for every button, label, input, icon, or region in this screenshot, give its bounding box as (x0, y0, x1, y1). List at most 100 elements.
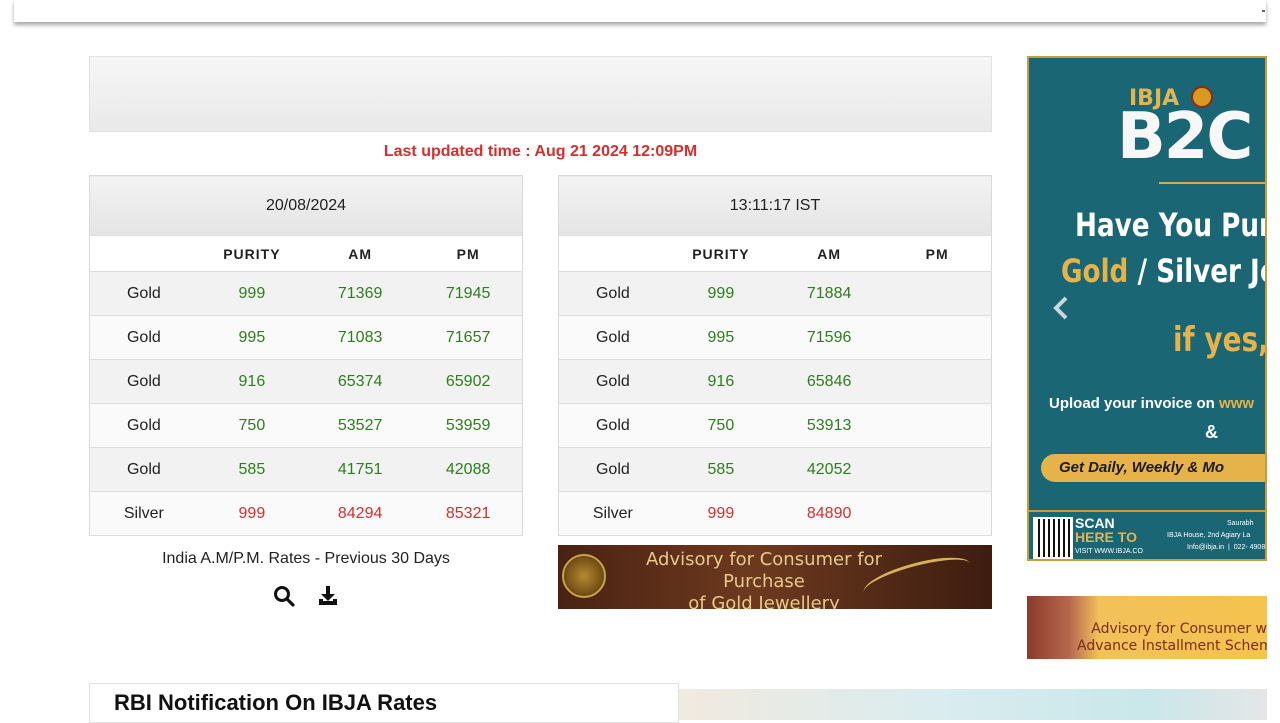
medal-icon (562, 554, 606, 598)
metal-cell: Gold (89, 447, 198, 492)
metal-cell: Gold (558, 315, 667, 360)
table-time-header: 13:11:17 IST (558, 175, 992, 236)
contact-info: Saurabh IBJA House, 2nd Agiary La Info@i… (1167, 520, 1266, 551)
ad-line-2: Gold / Silver Jew (1061, 252, 1265, 290)
metal-cell: Gold (89, 315, 198, 360)
qr-code-icon (1033, 517, 1073, 559)
rbi-title: RBI Notification On IBJA Rates (114, 690, 438, 715)
metal-cell: Gold (558, 447, 667, 492)
rates-actions (272, 584, 340, 608)
pm-cell: 42088 (414, 447, 523, 492)
purity-cell: 750 (197, 403, 306, 448)
table-row: Silver 999 84294 85321 (89, 491, 523, 536)
am-cell: 84294 (306, 491, 415, 536)
b2c-heading: B2C (1117, 100, 1253, 174)
table-row: Gold 916 65374 65902 (89, 359, 523, 404)
table-row: Silver 999 84890 (558, 491, 992, 536)
rbi-image (679, 689, 1267, 720)
col-purity: PURITY (666, 235, 775, 272)
purity-cell: 585 (666, 447, 775, 492)
am-cell: 65374 (306, 359, 415, 404)
ad-line-1: Have You Purch (1075, 206, 1265, 244)
metal-cell: Gold (89, 359, 198, 404)
am-cell: 41751 (306, 447, 415, 492)
purity-cell: 916 (197, 359, 306, 404)
scan-text: SCAN HERE TO (1075, 515, 1137, 545)
table-row: Gold 916 65846 (558, 359, 992, 404)
col-am: AM (306, 235, 415, 272)
am-cell: 71369 (306, 271, 415, 316)
purity-cell: 585 (197, 447, 306, 492)
scan-bar: SCAN HERE TO VISIT WWW.IBJA.CO Saurabh I… (1029, 510, 1266, 559)
metal-cell: Gold (558, 271, 667, 316)
visit-text: VISIT WWW.IBJA.CO (1075, 548, 1143, 555)
metal-cell: Silver (89, 491, 198, 536)
am-cell: 71884 (775, 271, 884, 316)
metal-cell: Gold (89, 403, 198, 448)
col-purity: PURITY (197, 235, 306, 272)
pm-cell: 53959 (414, 403, 523, 448)
pm-cell (883, 271, 992, 316)
col-pm: PM (414, 235, 523, 272)
advisory-side-banner[interactable]: Advisory for Consumer w Advance Installm… (1027, 596, 1267, 659)
table-row: Gold 995 71596 (558, 315, 992, 360)
am-cell: 84890 (775, 491, 884, 536)
purity-cell: 999 (197, 271, 306, 316)
am-cell: 42052 (775, 447, 884, 492)
previous-rates-caption: India A.M/P.M. Rates - Previous 30 Days (162, 550, 450, 567)
col-am: AM (775, 235, 884, 272)
ad-ampersand: & (1205, 422, 1218, 442)
table-row: Gold 999 71369 71945 (89, 271, 523, 316)
pm-cell (883, 315, 992, 360)
pm-cell: 71945 (414, 271, 523, 316)
purity-cell: 750 (666, 403, 775, 448)
pm-cell (883, 491, 992, 536)
last-updated-time: Last updated time : Aug 21 2024 12:09PM (383, 143, 698, 160)
am-cell: 65846 (775, 359, 884, 404)
chevron-left-icon[interactable] (1050, 294, 1072, 329)
table-date-header: 20/08/2024 (89, 175, 523, 236)
rates-table-live: 13:11:17 IST PURITY AM PM Gold 999 71884… (558, 175, 992, 536)
am-cell: 53527 (306, 403, 415, 448)
table-row: Gold 585 41751 42088 (89, 447, 523, 492)
rates-table-previous: 20/08/2024 PURITY AM PM Gold 999 71369 7… (89, 175, 523, 536)
purity-cell: 999 (666, 491, 775, 536)
am-cell: 71596 (775, 315, 884, 360)
ad-if-yes: if yes, (1173, 320, 1267, 360)
top-bar (14, 0, 1266, 22)
purity-cell: 999 (197, 491, 306, 536)
col-metal (89, 235, 198, 272)
download-icon[interactable] (316, 584, 340, 608)
pm-cell (883, 359, 992, 404)
col-metal (558, 235, 667, 272)
metal-cell: Gold (89, 271, 198, 316)
divider (1159, 182, 1265, 184)
ad-daily-pill: Get Daily, Weekly & Mo (1041, 454, 1265, 482)
pm-cell: 71657 (414, 315, 523, 360)
pm-cell (883, 403, 992, 448)
purity-cell: 995 (666, 315, 775, 360)
table-row: Gold 750 53913 (558, 403, 992, 448)
pm-cell: 85321 (414, 491, 523, 536)
top-bar-marker (1262, 10, 1265, 12)
pm-cell (883, 447, 992, 492)
ad-upload-text: Upload your invoice on www (1049, 395, 1255, 412)
table-row: Gold 585 42052 (558, 447, 992, 492)
advisory-banner[interactable]: Advisory for Consumer for Purchase of Go… (558, 545, 992, 609)
purity-cell: 995 (197, 315, 306, 360)
table-row: Gold 750 53527 53959 (89, 403, 523, 448)
purity-cell: 916 (666, 359, 775, 404)
am-cell: 53913 (775, 403, 884, 448)
col-pm: PM (883, 235, 992, 272)
metal-cell: Gold (558, 403, 667, 448)
table-row: Gold 995 71083 71657 (89, 315, 523, 360)
advisory-side-text: Advisory for Consumer w Advance Installm… (1077, 621, 1267, 654)
header-banner (89, 56, 992, 132)
pm-cell: 65902 (414, 359, 523, 404)
am-cell: 71083 (306, 315, 415, 360)
metal-cell: Silver (558, 491, 667, 536)
purity-cell: 999 (666, 271, 775, 316)
search-icon[interactable] (272, 584, 296, 608)
table-row: Gold 999 71884 (558, 271, 992, 316)
metal-cell: Gold (558, 359, 667, 404)
